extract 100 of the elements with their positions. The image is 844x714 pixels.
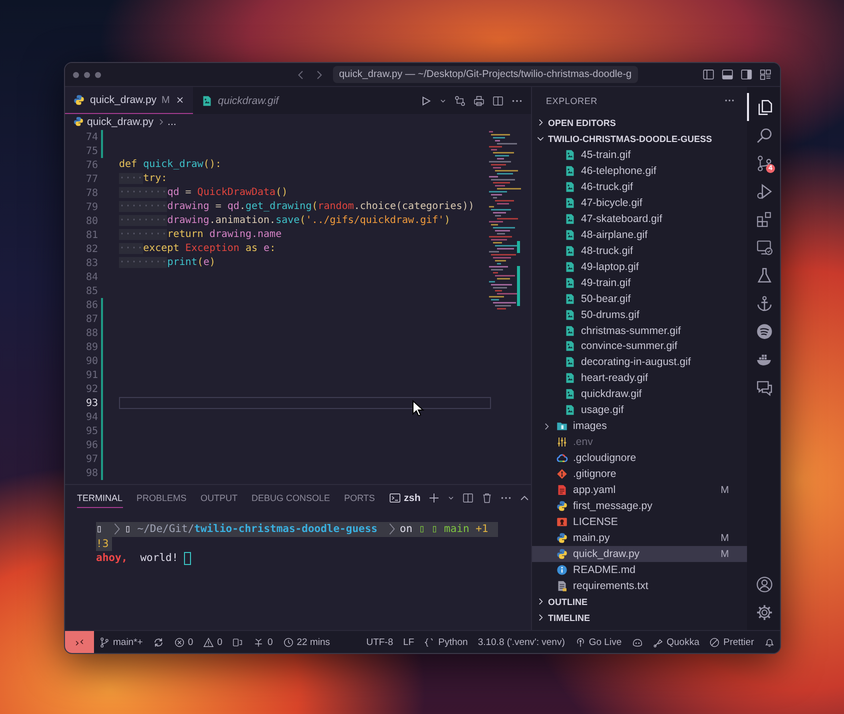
panel-toggle-icon[interactable] [721,68,734,81]
split-editor-icon[interactable] [492,94,504,106]
image-file-icon [564,292,576,305]
file-item[interactable]: requirements.txt [532,578,747,594]
printer-icon[interactable] [473,94,485,106]
file-item[interactable]: .gcloudignore [532,450,747,466]
line-number: 90 [84,356,98,366]
file-item[interactable]: 46-truck.gif [532,178,747,195]
sliders-icon [556,436,568,448]
file-item[interactable]: decorating-in-august.gif [532,354,747,370]
image-file-icon [564,244,576,257]
file-item[interactable]: 49-laptop.gif [532,258,747,275]
terminal-icon [388,492,401,504]
layout-icon[interactable] [759,68,772,81]
file-item[interactable]: app.yaml M [532,482,747,498]
status-item[interactable]: 22 mins [278,631,335,653]
new-terminal-icon[interactable] [428,492,440,504]
status-item[interactable]: Go Live [570,631,627,653]
line-number: 75 [84,146,98,156]
panel-tab[interactable]: DEBUG CONSOLE [252,489,330,507]
compare-changes-icon[interactable] [454,94,466,106]
line-number: 74 [84,132,98,142]
run-icon[interactable] [420,94,432,106]
status-item[interactable]: Quokka [648,631,704,653]
line-number: 88 [84,328,98,338]
panel-tab[interactable]: PROBLEMS [136,489,187,507]
certificate-icon [556,516,568,528]
mouse-pointer-icon [411,400,427,416]
image-file-icon [200,94,213,106]
file-item[interactable]: README.md [532,562,747,578]
breadcrumb-item[interactable]: quick_draw.py [87,116,154,128]
panel-tab[interactable]: OUTPUT [200,489,238,507]
panel-tab[interactable]: TERMINAL [77,488,123,508]
file-item[interactable]: 47-bicycle.gif [532,194,747,211]
remote-monitor-icon [756,238,773,256]
section-header[interactable]: TWILIO-CHRISTMAS-DOODLE-GUESS [532,130,747,147]
file-item[interactable]: 48-truck.gif [532,242,747,259]
terminal-shell-selector[interactable]: zsh [388,492,421,504]
sidebar-title: EXPLORER [546,96,598,106]
section-header[interactable]: OUTLINE [532,594,747,610]
file-item[interactable]: 45-train.gif [532,146,747,163]
editor-tab[interactable]: quick_draw.py M [65,87,193,114]
window-controls[interactable] [73,72,101,78]
panel-tab[interactable]: PORTS [344,489,375,507]
python-file-icon [556,500,568,512]
search-icon [756,126,773,144]
image-file-icon [564,356,576,368]
status-item[interactable]: UTF-8 [361,631,398,653]
status-item[interactable]: Prettier [704,631,759,653]
line-number: 76 [84,160,98,170]
file-item[interactable]: quickdraw.gif [532,386,747,402]
remote-button[interactable] [65,631,94,653]
file-item[interactable]: convince-summer.gif [532,338,747,354]
secondary-sidebar-toggle-icon[interactable] [740,68,753,81]
flask-icon [756,266,773,284]
code-line: ····except Exception as e: [119,242,276,256]
status-item[interactable]: 0 [198,631,228,653]
caret-icon[interactable] [446,494,455,502]
status-item[interactable]: Python [419,631,473,653]
line-number: 92 [84,384,98,394]
code-line: ········drawing = qd.get_drawing(random.choice(categories)) [119,200,474,214]
line-number: 94 [84,412,98,422]
file-item[interactable]: heart-ready.gif [532,370,747,386]
file-item[interactable]: 46-telephone.gif [532,162,747,179]
file-item[interactable]: 47-skateboard.gif [532,210,747,227]
split-terminal-icon[interactable] [462,492,474,504]
image-file-icon [564,276,576,289]
file-item[interactable]: 49-train.gif [532,274,747,291]
file-item[interactable]: first_message.py [532,498,747,514]
status-item[interactable]: 3.10.8 ('.venv': venv) [472,631,570,653]
cloud-icon [556,452,568,464]
sidebar-toggle-icon[interactable] [702,68,715,81]
status-item[interactable]: LF [398,631,420,653]
status-item[interactable]: 0 [248,631,278,653]
braces-icon [424,636,436,648]
close-icon[interactable] [174,95,185,105]
file-item[interactable]: .gitignore [532,466,747,482]
status-item[interactable]: main*+ [94,631,148,653]
code-line: ········print(e) [119,256,216,270]
terminal-line: ahoy, world! [96,551,192,566]
file-item[interactable]: 50-bear.gif [532,290,747,307]
file-item[interactable]: LICENSE [532,514,747,530]
trash-icon[interactable] [480,492,493,504]
error-icon [174,636,185,648]
code-line: ········return drawing.name [119,228,282,242]
breadcrumb-item[interactable]: ... [168,116,176,128]
window-title[interactable]: quick_draw.py — ~/Desktop/Git-Projects/twilio-christmas-doodle-g [333,66,638,83]
section-header[interactable]: TIMELINE [532,610,747,626]
file-item[interactable]: 48-airplane.gif [532,226,747,243]
line-number: 77 [84,174,98,184]
section-header[interactable]: OPEN EDITORS [532,114,747,131]
folder-item[interactable]: images [532,418,747,434]
file-item[interactable]: 50-drums.gif [532,306,747,323]
text-file-icon [556,580,568,592]
file-item[interactable]: quick_draw.py M [532,546,747,562]
editor-tab[interactable]: quickdraw.gif [192,87,287,114]
file-item[interactable]: main.py M [532,530,747,546]
file-item[interactable]: usage.gif [532,402,747,418]
status-item[interactable]: 0 [168,631,198,653]
file-item[interactable]: christmas-summer.gif [532,322,747,338]
